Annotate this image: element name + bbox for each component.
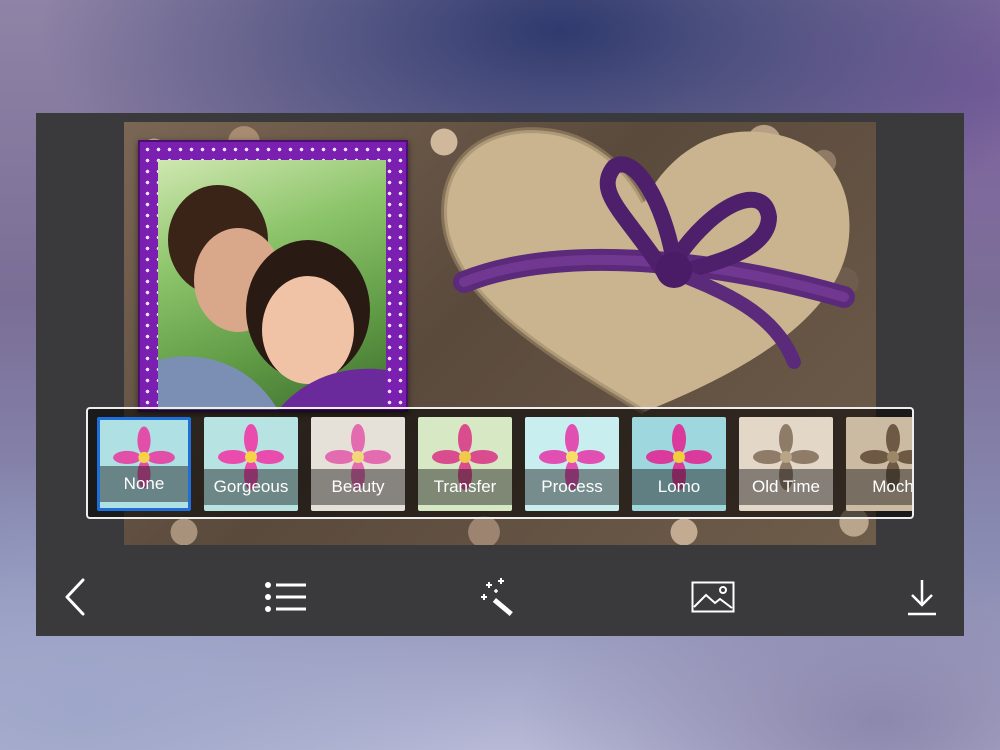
filter-none[interactable]: None (97, 417, 191, 511)
filter-moch[interactable]: Moch (846, 417, 912, 511)
list-icon (265, 582, 306, 612)
framed-photo[interactable] (158, 160, 386, 410)
heart-stone-image (440, 127, 855, 415)
list-button[interactable] (262, 573, 310, 621)
download-button[interactable] (898, 573, 946, 621)
filter-old-time[interactable]: Old Time (739, 417, 833, 511)
filter-label: Transfer (418, 469, 512, 505)
bottom-toolbar (36, 554, 964, 636)
filter-label: None (100, 466, 188, 502)
effects-button[interactable] (476, 573, 524, 621)
purple-photo-frame (138, 140, 408, 412)
filter-label: Moch (846, 469, 912, 505)
filter-beauty[interactable]: Beauty (311, 417, 405, 511)
background-image-button[interactable] (689, 573, 737, 621)
filter-label: Lomo (632, 469, 726, 505)
couple-photo-image (158, 185, 386, 410)
filter-label: Gorgeous (204, 469, 298, 505)
filter-gorgeous[interactable]: Gorgeous (204, 417, 298, 511)
filter-strip[interactable]: None Gorgeous Beauty Transfer Process Lo… (86, 407, 914, 519)
filter-label: Old Time (739, 469, 833, 505)
filter-transfer[interactable]: Transfer (418, 417, 512, 511)
filter-process[interactable]: Process (525, 417, 619, 511)
magic-wand-icon (481, 578, 513, 616)
filter-label: Beauty (311, 469, 405, 505)
filter-lomo[interactable]: Lomo (632, 417, 726, 511)
back-button[interactable] (52, 573, 100, 621)
app-screen: None Gorgeous Beauty Transfer Process Lo… (36, 113, 964, 636)
download-icon (908, 580, 936, 616)
image-icon (691, 581, 735, 613)
filter-label: Process (525, 469, 619, 505)
chevron-left-icon (65, 578, 85, 616)
